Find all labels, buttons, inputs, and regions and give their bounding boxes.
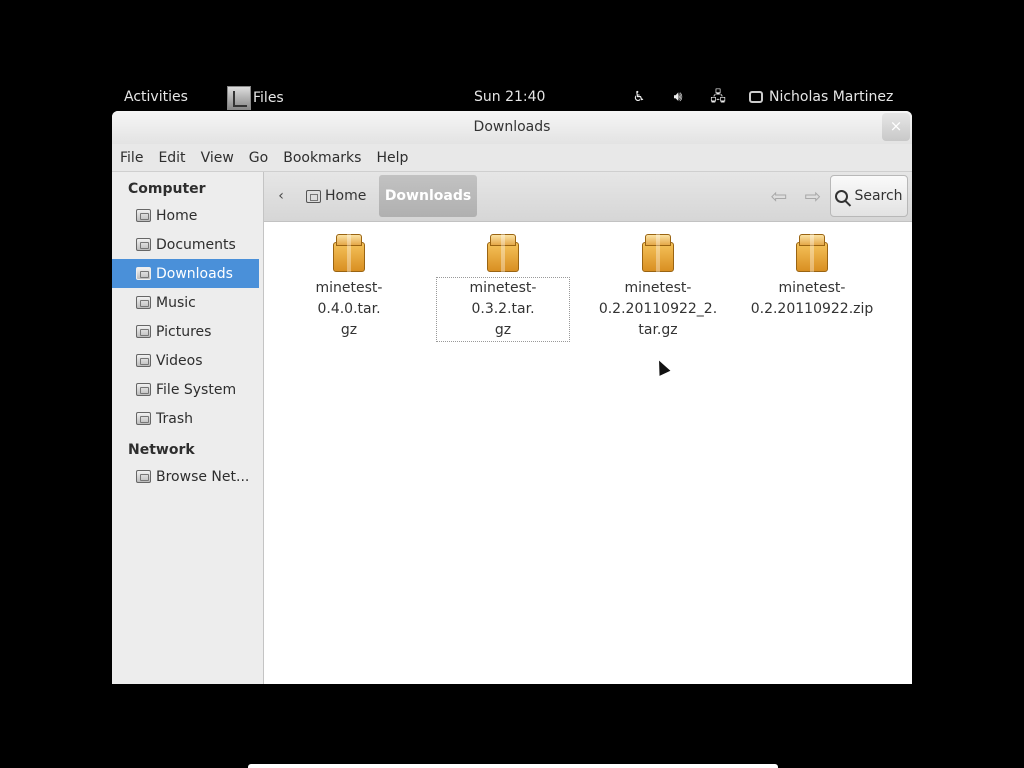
sidebar-item-videos[interactable]: Videos <box>112 346 263 375</box>
sidebar-item-label: Home <box>156 207 198 224</box>
sidebar-item-browse-network[interactable]: Browse Net... <box>112 462 263 491</box>
chat-icon <box>749 91 763 103</box>
trash-icon <box>136 412 151 425</box>
sidebar-item-file-system[interactable]: File System <box>112 375 263 404</box>
menu-bookmarks[interactable]: Bookmarks <box>283 150 361 166</box>
sidebar-item-label: Pictures <box>156 323 212 340</box>
sidebar-item-label: Downloads <box>156 265 233 282</box>
sidebar-item-downloads[interactable]: Downloads <box>112 259 259 288</box>
package-icon <box>486 234 520 272</box>
videos-folder-icon <box>136 354 151 367</box>
file-item[interactable]: minetest- 0.2.20110922.zip <box>746 230 878 320</box>
music-folder-icon <box>136 296 151 309</box>
path-scroll-left-button[interactable]: ‹ <box>270 175 292 217</box>
bottom-panel-edge <box>248 764 778 768</box>
menu-view[interactable]: View <box>201 150 234 166</box>
file-item[interactable]: minetest-0.3.2.tar. gz <box>436 230 570 342</box>
sidebar-item-documents[interactable]: Documents <box>112 230 263 259</box>
sidebar-item-label: Trash <box>156 410 193 427</box>
title-bar[interactable]: Downloads × <box>112 111 912 144</box>
menu-bar: File Edit View Go Bookmarks Help <box>112 144 912 172</box>
sidebar: Computer Home Documents Downloads Music … <box>112 172 264 684</box>
sidebar-item-pictures[interactable]: Pictures <box>112 317 263 346</box>
app-menu-label: Files <box>253 89 284 106</box>
files-window: Downloads × File Edit View Go Bookmarks … <box>112 111 912 684</box>
file-name: minetest- 0.2.20110922.zip <box>750 280 874 317</box>
accessibility-icon[interactable]: ♿ <box>630 88 648 106</box>
network-computer-icon <box>136 470 151 483</box>
volume-icon[interactable]: 🔊︎ <box>669 88 687 106</box>
file-view[interactable]: minetest-0.4.0.tar. gz minetest-0.3.2.tar… <box>264 222 912 684</box>
file-name: minetest-0.3.2.tar. gz <box>436 277 570 342</box>
sidebar-item-label: Documents <box>156 236 236 253</box>
network-icon[interactable]: 🖧 <box>709 88 727 106</box>
sidebar-item-label: Browse Net... <box>156 468 250 485</box>
downloads-folder-icon <box>136 267 151 280</box>
menu-file[interactable]: File <box>120 150 143 166</box>
home-icon <box>306 189 321 203</box>
search-icon <box>835 189 849 203</box>
path-home-label: Home <box>325 188 367 204</box>
file-name: minetest- 0.2.20110922_2. tar.gz <box>598 280 718 338</box>
activities-button[interactable]: Activities <box>124 89 188 105</box>
clock[interactable]: Sun 21:40 <box>474 89 545 105</box>
sidebar-item-label: File System <box>156 381 237 398</box>
forward-arrow-icon[interactable]: ⇨ <box>798 180 828 212</box>
sidebar-item-label: Videos <box>156 352 203 369</box>
mouse-cursor-icon <box>653 358 671 376</box>
documents-folder-icon <box>136 238 151 251</box>
path-home-button[interactable]: Home <box>298 175 374 217</box>
search-button[interactable]: Search <box>830 175 908 217</box>
sidebar-item-label: Music <box>156 294 196 311</box>
home-folder-icon <box>136 209 151 222</box>
menu-go[interactable]: Go <box>249 150 268 166</box>
drive-icon <box>136 383 151 396</box>
file-item[interactable]: minetest-0.4.0.tar. gz <box>283 230 415 341</box>
top-bar: Activities Files Sun 21:40 ♿ 🔊︎ 🖧 Nichol… <box>112 84 912 111</box>
toolbar: ‹ Home Downloads ⇦ ⇨ Search <box>264 172 912 222</box>
sidebar-header-computer: Computer <box>128 181 206 197</box>
pictures-folder-icon <box>136 325 151 338</box>
files-app-icon <box>227 85 251 110</box>
user-name: Nicholas Martinez <box>769 89 894 105</box>
package-icon <box>795 234 829 272</box>
menu-edit[interactable]: Edit <box>158 150 185 166</box>
user-menu[interactable]: Nicholas Martinez <box>749 89 893 105</box>
search-label: Search <box>854 188 903 204</box>
sidebar-item-music[interactable]: Music <box>112 288 263 317</box>
window-title: Downloads <box>473 119 551 135</box>
file-item[interactable]: minetest- 0.2.20110922_2. tar.gz <box>592 230 724 341</box>
sidebar-item-home[interactable]: Home <box>112 201 263 230</box>
close-button[interactable]: × <box>882 113 910 141</box>
menu-help[interactable]: Help <box>376 150 408 166</box>
package-icon <box>641 234 675 272</box>
back-arrow-icon[interactable]: ⇦ <box>764 180 794 212</box>
path-current-button[interactable]: Downloads <box>379 175 477 217</box>
sidebar-item-trash[interactable]: Trash <box>112 404 263 433</box>
app-menu[interactable]: Files <box>227 84 284 111</box>
package-icon <box>332 234 366 272</box>
file-name: minetest-0.4.0.tar. gz <box>315 280 383 338</box>
sidebar-header-network: Network <box>128 442 195 458</box>
